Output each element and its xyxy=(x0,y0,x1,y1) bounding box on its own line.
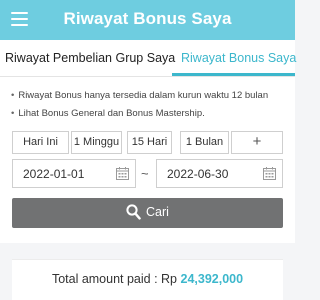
range-1-month-button[interactable]: 1 Bulan xyxy=(180,131,229,154)
active-tab-indicator xyxy=(172,73,295,76)
calendar-icon[interactable] xyxy=(263,167,276,180)
app-header: Riwayat Bonus Saya xyxy=(0,0,295,40)
total-amount: 24,392,000 xyxy=(180,272,244,286)
range-1-week-button[interactable]: 1 Minggu xyxy=(71,131,122,154)
search-button-label: Cari xyxy=(146,205,169,219)
calendar-icon[interactable] xyxy=(116,167,129,180)
page-title: Riwayat Bonus Saya xyxy=(63,9,232,28)
tab-group-purchase-history[interactable]: Riwayat Pembelian Grup Saya xyxy=(5,40,175,77)
start-date-value: 2022-01-01 xyxy=(23,167,85,181)
tab-bonus-history[interactable]: Riwayat Bonus Saya xyxy=(181,40,296,77)
info-note: Lihat Bonus General dan Bonus Mastership… xyxy=(11,108,204,119)
search-button[interactable]: Cari xyxy=(12,198,283,228)
total-summary: Total amount paid : Rp 24,392,000 xyxy=(12,259,283,300)
tab-bar: Riwayat Pembelian Grup Saya Riwayat Bonu… xyxy=(0,40,296,77)
range-15-days-button[interactable]: 15 Hari xyxy=(127,131,172,154)
info-note: Riwayat Bonus hanya tersedia dalam kurun… xyxy=(11,90,268,101)
filter-panel: Riwayat Bonus hanya tersedia dalam kurun… xyxy=(0,77,295,243)
search-icon xyxy=(126,204,141,220)
start-date-field[interactable]: 2022-01-01 xyxy=(12,159,136,188)
range-more-button[interactable]: + xyxy=(231,131,283,154)
end-date-value: 2022-06-30 xyxy=(167,167,229,181)
date-separator: ~ xyxy=(141,166,149,181)
end-date-field[interactable]: 2022-06-30 xyxy=(156,159,283,188)
range-today-button[interactable]: Hari Ini xyxy=(12,131,69,154)
total-label: Total amount paid : Rp xyxy=(51,272,178,286)
